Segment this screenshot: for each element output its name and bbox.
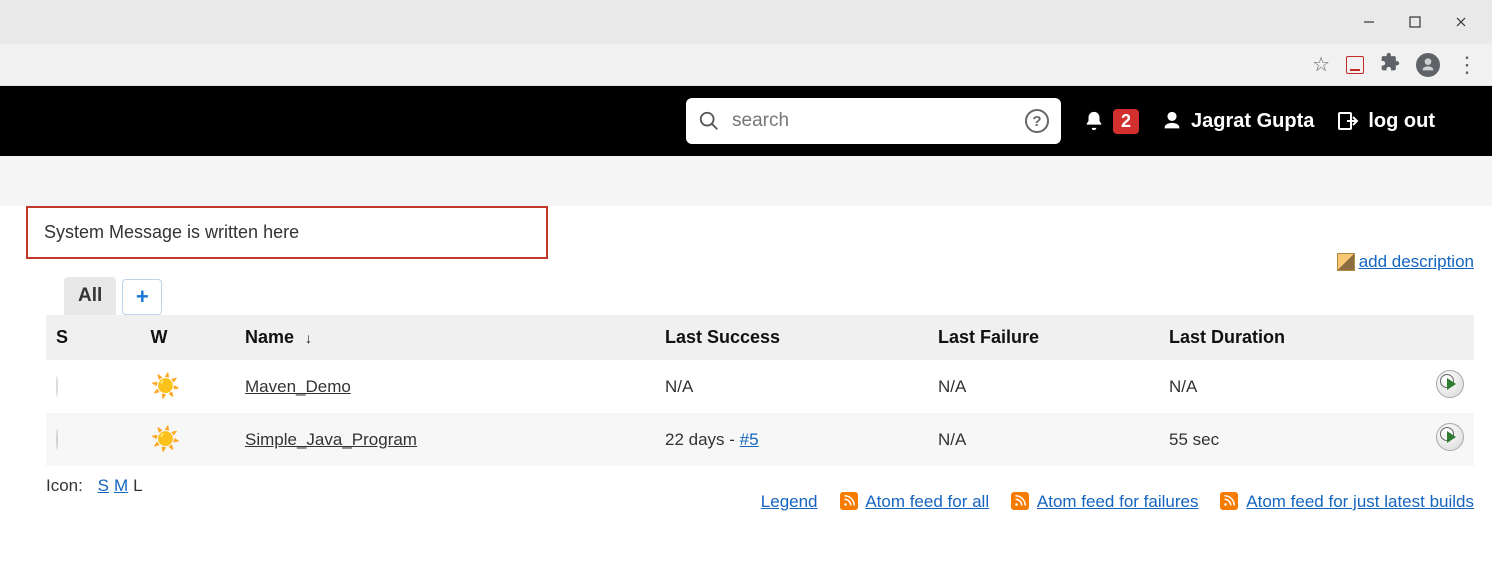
col-header-last-success[interactable]: Last Success <box>655 315 928 360</box>
last-duration-text: N/A <box>1159 360 1411 413</box>
last-success-text: 22 days - <box>665 430 740 449</box>
icon-size-m[interactable]: M <box>114 476 128 496</box>
window-minimize-button[interactable] <box>1346 6 1392 38</box>
schedule-build-button[interactable] <box>1436 423 1464 451</box>
notification-badge: 2 <box>1113 109 1139 134</box>
sort-down-icon: ↓ <box>305 330 312 346</box>
search-icon <box>698 110 720 132</box>
logout-icon <box>1336 109 1360 133</box>
job-name-link[interactable]: Simple_Java_Program <box>245 430 417 449</box>
last-failure-text: N/A <box>928 413 1159 466</box>
search-box[interactable]: ? <box>686 98 1061 144</box>
tab-all[interactable]: All <box>64 277 116 315</box>
feed-links: Legend Atom feed for all Atom feed for f… <box>761 492 1474 512</box>
add-description-label[interactable]: add description <box>1359 252 1474 272</box>
rss-icon <box>1220 492 1238 510</box>
feed-failures-link[interactable]: Atom feed for failures <box>1037 492 1199 511</box>
pencil-icon <box>1337 253 1355 271</box>
icon-size-picker: Icon: S M L <box>46 476 143 496</box>
logout-button[interactable]: log out <box>1336 109 1435 133</box>
sub-header-band <box>0 156 1492 206</box>
app-header: ? 2 Jagrat Gupta log out <box>0 86 1492 156</box>
icon-size-s[interactable]: S <box>98 476 109 496</box>
window-close-button[interactable] <box>1438 6 1484 38</box>
user-menu[interactable]: Jagrat Gupta <box>1161 110 1314 133</box>
icon-size-l: L <box>133 476 142 496</box>
job-name-link[interactable]: Maven_Demo <box>245 377 351 396</box>
schedule-build-button[interactable] <box>1436 370 1464 398</box>
feed-all-link[interactable]: Atom feed for all <box>865 492 989 511</box>
add-description-link[interactable]: add description <box>1337 252 1474 272</box>
weather-sun-icon: ☀️ <box>151 373 181 400</box>
col-header-actions <box>1411 315 1474 360</box>
search-input[interactable] <box>730 109 1015 133</box>
build-number-link[interactable]: #5 <box>740 430 759 449</box>
mcafee-extension-icon[interactable] <box>1346 56 1364 74</box>
browser-toolbar: ☆ ⋮ <box>0 44 1492 86</box>
os-titlebar <box>0 0 1492 44</box>
logout-label: log out <box>1368 110 1435 133</box>
view-tabs: All + <box>64 277 1474 315</box>
col-header-name-label: Name <box>245 327 294 347</box>
col-header-weather[interactable]: W <box>141 315 236 360</box>
person-icon <box>1161 110 1183 132</box>
window-maximize-button[interactable] <box>1392 6 1438 38</box>
icon-size-label: Icon: <box>46 476 83 496</box>
user-name-label: Jagrat Gupta <box>1191 110 1314 133</box>
weather-sun-icon: ☀️ <box>151 426 181 453</box>
bell-icon <box>1083 110 1105 132</box>
browser-profile-avatar-icon[interactable] <box>1416 53 1440 77</box>
jobs-table: S W Name ↓ Last Success Last Failure Las… <box>46 315 1474 466</box>
col-header-last-failure[interactable]: Last Failure <box>928 315 1159 360</box>
rss-icon <box>1011 492 1029 510</box>
last-failure-text: N/A <box>928 360 1159 413</box>
status-ball-icon <box>56 429 58 450</box>
status-ball-icon <box>56 376 58 397</box>
search-help-icon[interactable]: ? <box>1025 109 1049 133</box>
last-success-text: N/A <box>665 377 693 396</box>
system-message: System Message is written here <box>26 206 548 259</box>
bookmark-star-icon[interactable]: ☆ <box>1312 52 1330 77</box>
table-row: ☀️ Maven_Demo N/A N/A N/A <box>46 360 1474 413</box>
col-header-name[interactable]: Name ↓ <box>235 315 655 360</box>
browser-menu-kebab-icon[interactable]: ⋮ <box>1456 52 1478 78</box>
table-row: ☀️ Simple_Java_Program 22 days - #5 N/A … <box>46 413 1474 466</box>
rss-icon <box>840 492 858 510</box>
notifications[interactable]: 2 <box>1083 109 1139 134</box>
legend-link[interactable]: Legend <box>761 492 818 512</box>
tab-add-button[interactable]: + <box>122 279 162 315</box>
col-header-status[interactable]: S <box>46 315 141 360</box>
extensions-puzzle-icon[interactable] <box>1380 52 1400 78</box>
last-duration-text: 55 sec <box>1159 413 1411 466</box>
col-header-last-duration[interactable]: Last Duration <box>1159 315 1411 360</box>
feed-latest-link[interactable]: Atom feed for just latest builds <box>1246 492 1474 511</box>
